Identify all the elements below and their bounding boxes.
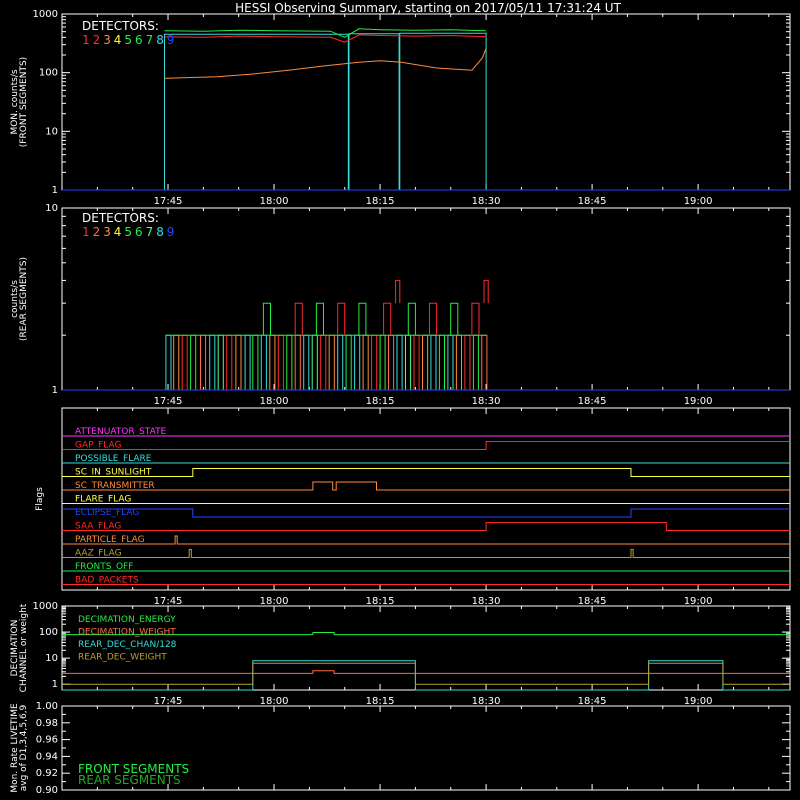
front-legend-entry: 9 xyxy=(167,33,175,47)
decimation-x-tick-label: 18:45 xyxy=(578,696,607,707)
decimation-legend-entry: REAR_DEC_CHAN/128 xyxy=(78,640,177,650)
rear-y-label: (REAR SEGMENTS) xyxy=(19,257,29,341)
front-legend-entry: 6 xyxy=(135,33,143,47)
decimation-y-tick-label: 1000 xyxy=(33,601,58,612)
chart-title: HESSI Observing Summary, starting on 201… xyxy=(235,1,621,15)
livetime-y-label: avg of D1,3,4,5,6,9 xyxy=(19,704,29,791)
decimation-x-tick-label: 19:00 xyxy=(684,696,713,707)
front-x-tick-label: 18:45 xyxy=(578,196,607,207)
flags-x-tick-label: 18:15 xyxy=(366,596,395,607)
flags-x-tick-label: 18:45 xyxy=(578,596,607,607)
decimation-x-tick-label: 18:15 xyxy=(366,696,395,707)
front-y-tick-label: 1000 xyxy=(33,9,58,20)
rear-legend-entry: 9 xyxy=(167,225,175,239)
flags-x-tick-label: 17:45 xyxy=(154,596,183,607)
rear-y-tick-label: 1 xyxy=(52,385,58,396)
front-legend-entry: 2 xyxy=(93,33,101,47)
rear-y-tick-label: 10 xyxy=(45,203,58,214)
decimation-y-label: CHANNEL or weight xyxy=(19,603,29,692)
livetime-y-tick-label: 0.96 xyxy=(36,735,58,746)
rear-legend-entry: 4 xyxy=(114,225,122,239)
front-y-tick-label: 1 xyxy=(52,185,58,196)
decimation-x-tick-label: 18:30 xyxy=(472,696,501,707)
rear-legend-entry: 5 xyxy=(124,225,132,239)
front-x-tick-label: 18:00 xyxy=(260,196,289,207)
front-x-tick-label: 17:45 xyxy=(154,196,183,207)
rear-x-tick-label: 17:45 xyxy=(154,396,183,407)
decimation-y-tick-label: 10 xyxy=(45,653,58,664)
rear-x-tick-label: 18:30 xyxy=(472,396,501,407)
decimation-legend-entry: DECIMATION_ENERGY xyxy=(78,615,176,625)
decimation-legend-entry: DECIMATION_WEIGHT xyxy=(78,628,176,638)
livetime-legend-entry: REAR SEGMENTS xyxy=(78,773,181,787)
front-y-tick-label: 10 xyxy=(45,126,58,137)
rear-x-tick-label: 18:00 xyxy=(260,396,289,407)
flags-x-tick-label: 19:00 xyxy=(684,596,713,607)
rear-x-tick-label: 18:45 xyxy=(578,396,607,407)
rear-x-tick-label: 19:00 xyxy=(684,396,713,407)
rear-legend-entry: 1 xyxy=(82,225,90,239)
rear-legend-entry: 7 xyxy=(146,225,154,239)
rear-legend-entry: 8 xyxy=(156,225,164,239)
decimation-legend-entry: REAR_DEC_WEIGHT xyxy=(78,653,167,663)
rear-legend-entry: 2 xyxy=(93,225,101,239)
decimation-y-tick-label: 100 xyxy=(39,627,58,638)
livetime-y-tick-label: 0.90 xyxy=(36,785,58,796)
front-legend-entry: 8 xyxy=(156,33,164,47)
flags-x-tick-label: 18:00 xyxy=(260,596,289,607)
flags-x-tick-label: 18:30 xyxy=(472,596,501,607)
front-y-tick-label: 100 xyxy=(39,68,58,79)
front-legend-title: DETECTORS: xyxy=(82,19,159,33)
decimation-x-tick-label: 17:45 xyxy=(154,696,183,707)
livetime-y-tick-label: 0.94 xyxy=(36,751,58,762)
rear-legend-title: DETECTORS: xyxy=(82,211,159,225)
rear-x-tick-label: 18:15 xyxy=(366,396,395,407)
front-legend-entry: 3 xyxy=(103,33,111,47)
rear-legend-entry: 6 xyxy=(135,225,143,239)
front-legend-entry: 4 xyxy=(114,33,122,47)
decimation-y-tick-label: 1 xyxy=(52,679,58,690)
livetime-y-tick-label: 0.98 xyxy=(36,718,58,729)
livetime-y-tick-label: 0.92 xyxy=(36,768,58,779)
front-legend-entry: 7 xyxy=(146,33,154,47)
front-x-tick-label: 18:15 xyxy=(366,196,395,207)
livetime-y-tick-label: 1.00 xyxy=(36,701,58,712)
front-y-label: (FRONT SEGMENTS) xyxy=(19,57,29,147)
hessi-summary-chart: HESSI Observing Summary, starting on 201… xyxy=(0,0,800,800)
rear-legend-entry: 3 xyxy=(103,225,111,239)
front-legend-entry: 1 xyxy=(82,33,90,47)
front-x-tick-label: 18:30 xyxy=(472,196,501,207)
front-legend-entry: 5 xyxy=(124,33,132,47)
flags-y-label: Flags xyxy=(35,487,45,511)
front-x-tick-label: 19:00 xyxy=(684,196,713,207)
decimation-x-tick-label: 18:00 xyxy=(260,696,289,707)
